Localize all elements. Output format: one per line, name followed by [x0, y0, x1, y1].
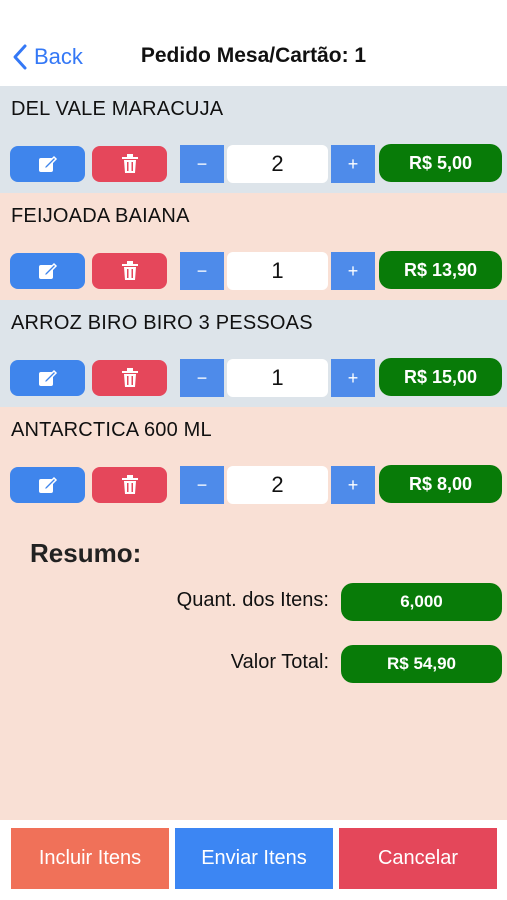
- edit-icon: [38, 476, 57, 493]
- item-name: ANTARCTICA 600 ML: [11, 419, 212, 441]
- increase-quantity-button[interactable]: +: [331, 359, 375, 397]
- quantity-field[interactable]: 1: [227, 359, 328, 397]
- quantity-field[interactable]: 2: [227, 145, 328, 183]
- edit-icon: [38, 369, 57, 386]
- decrease-quantity-button[interactable]: −: [180, 145, 224, 183]
- order-item: ANTARCTICA 600 ML − 2 + R$ 8,00: [0, 407, 507, 514]
- trash-icon: [121, 261, 138, 280]
- summary-title: Resumo:: [30, 538, 142, 568]
- total-value: R$ 54,90: [341, 645, 502, 683]
- quantity-field[interactable]: 2: [227, 466, 328, 504]
- decrease-quantity-button[interactable]: −: [180, 252, 224, 290]
- item-name: FEIJOADA BAIANA: [11, 205, 190, 227]
- item-price: R$ 13,90: [379, 251, 502, 289]
- item-price: R$ 15,00: [379, 358, 502, 396]
- quantity-field[interactable]: 1: [227, 252, 328, 290]
- trash-icon: [121, 368, 138, 387]
- item-name: ARROZ BIRO BIRO 3 PESSOAS: [11, 312, 313, 334]
- quantity-total-value: 6,000: [341, 583, 502, 621]
- edit-icon: [38, 155, 57, 172]
- item-price: R$ 8,00: [379, 465, 502, 503]
- item-price: R$ 5,00: [379, 144, 502, 182]
- delete-button[interactable]: [92, 253, 167, 289]
- send-items-button[interactable]: Enviar Itens: [175, 828, 333, 889]
- trash-icon: [121, 475, 138, 494]
- delete-button[interactable]: [92, 467, 167, 503]
- increase-quantity-button[interactable]: +: [331, 252, 375, 290]
- quantity-total-label: Quant. dos Itens:: [176, 589, 329, 611]
- item-name: DEL VALE MARACUJA: [11, 98, 224, 120]
- edit-button[interactable]: [10, 253, 85, 289]
- decrease-quantity-button[interactable]: −: [180, 359, 224, 397]
- order-summary: Resumo: Quant. dos Itens: 6,000 Valor To…: [0, 514, 507, 820]
- delete-button[interactable]: [92, 360, 167, 396]
- navigation-bar: Back Pedido Mesa/Cartão: 1: [0, 0, 507, 86]
- order-item: DEL VALE MARACUJA − 2 + R$ 5,00: [0, 86, 507, 193]
- edit-icon: [38, 262, 57, 279]
- increase-quantity-button[interactable]: +: [331, 145, 375, 183]
- decrease-quantity-button[interactable]: −: [180, 466, 224, 504]
- order-item: FEIJOADA BAIANA − 1 + R$ 13,90: [0, 193, 507, 300]
- increase-quantity-button[interactable]: +: [331, 466, 375, 504]
- delete-button[interactable]: [92, 146, 167, 182]
- trash-icon: [121, 154, 138, 173]
- cancel-button[interactable]: Cancelar: [339, 828, 497, 889]
- total-value-label: Valor Total:: [230, 651, 329, 673]
- page-title: Pedido Mesa/Cartão: 1: [140, 44, 367, 67]
- edit-button[interactable]: [10, 360, 85, 396]
- include-items-button[interactable]: Incluir Itens: [11, 828, 169, 889]
- edit-button[interactable]: [10, 467, 85, 503]
- edit-button[interactable]: [10, 146, 85, 182]
- order-item: ARROZ BIRO BIRO 3 PESSOAS − 1 + R$ 15,00: [0, 300, 507, 407]
